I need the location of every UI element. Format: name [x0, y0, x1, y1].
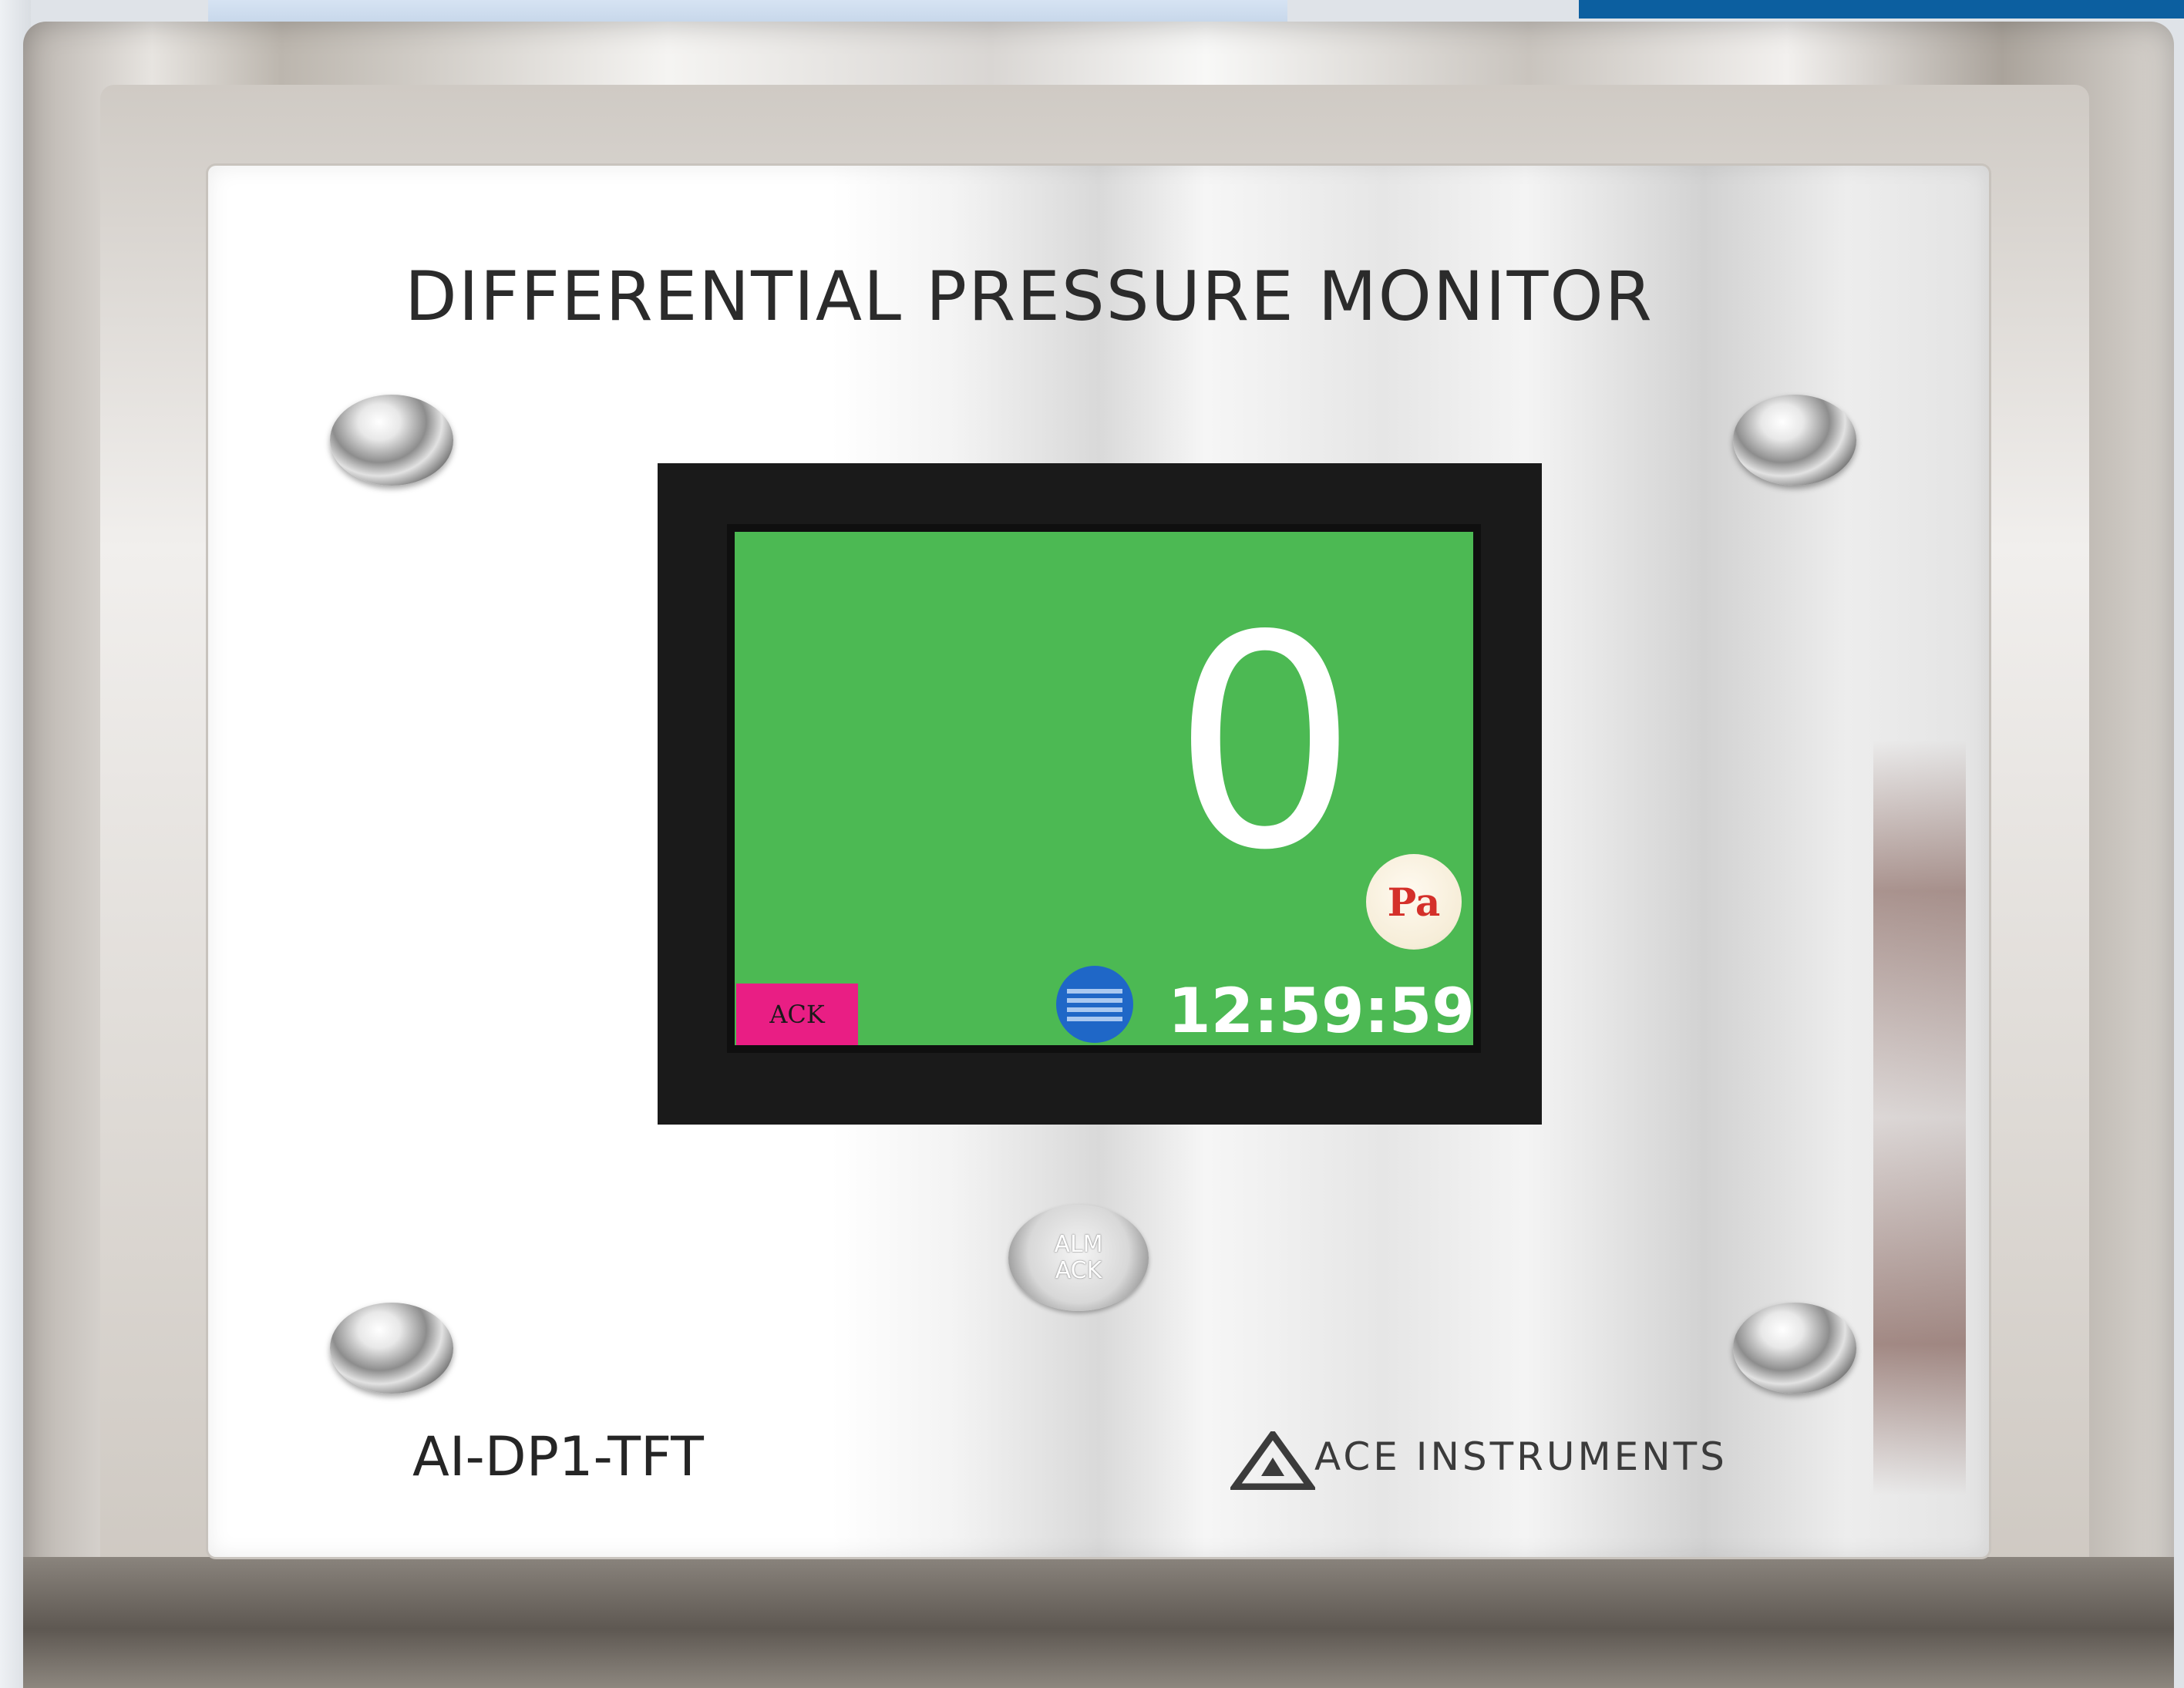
screw-top-left-icon: [330, 395, 453, 486]
model-number: AI-DP1-TFT: [412, 1425, 704, 1488]
brand-name: ACE INSTRUMENTS: [1314, 1434, 1728, 1479]
enclosure-bottom: [23, 1557, 2174, 1688]
device-photo: DIFFERENTIAL PRESSURE MONITOR 0 Pa ACK 1…: [0, 0, 2184, 1688]
plate-reflection: [1873, 740, 1966, 1495]
background-top-banner: [1579, 0, 2184, 18]
alarm-acknowledge-button[interactable]: ALM ACK: [1008, 1205, 1149, 1311]
status-indicator-icon: [1056, 966, 1133, 1043]
unit-badge[interactable]: Pa: [1366, 854, 1462, 950]
alarm-button-line2: ACK: [1055, 1257, 1102, 1284]
screw-bottom-left-icon: [330, 1303, 453, 1394]
pressure-reading: 0: [1172, 573, 1358, 914]
alarm-button-line1: ALM: [1054, 1231, 1103, 1258]
ack-button[interactable]: ACK: [736, 984, 858, 1045]
screw-top-right-icon: [1733, 395, 1856, 486]
screw-bottom-right-icon: [1733, 1303, 1856, 1394]
panel-title: DIFFERENTIAL PRESSURE MONITOR: [405, 257, 1654, 336]
clock-display: 12:59:59: [1168, 975, 1475, 1047]
brand-logo-icon: [1230, 1431, 1315, 1490]
background-top: [208, 0, 1287, 23]
